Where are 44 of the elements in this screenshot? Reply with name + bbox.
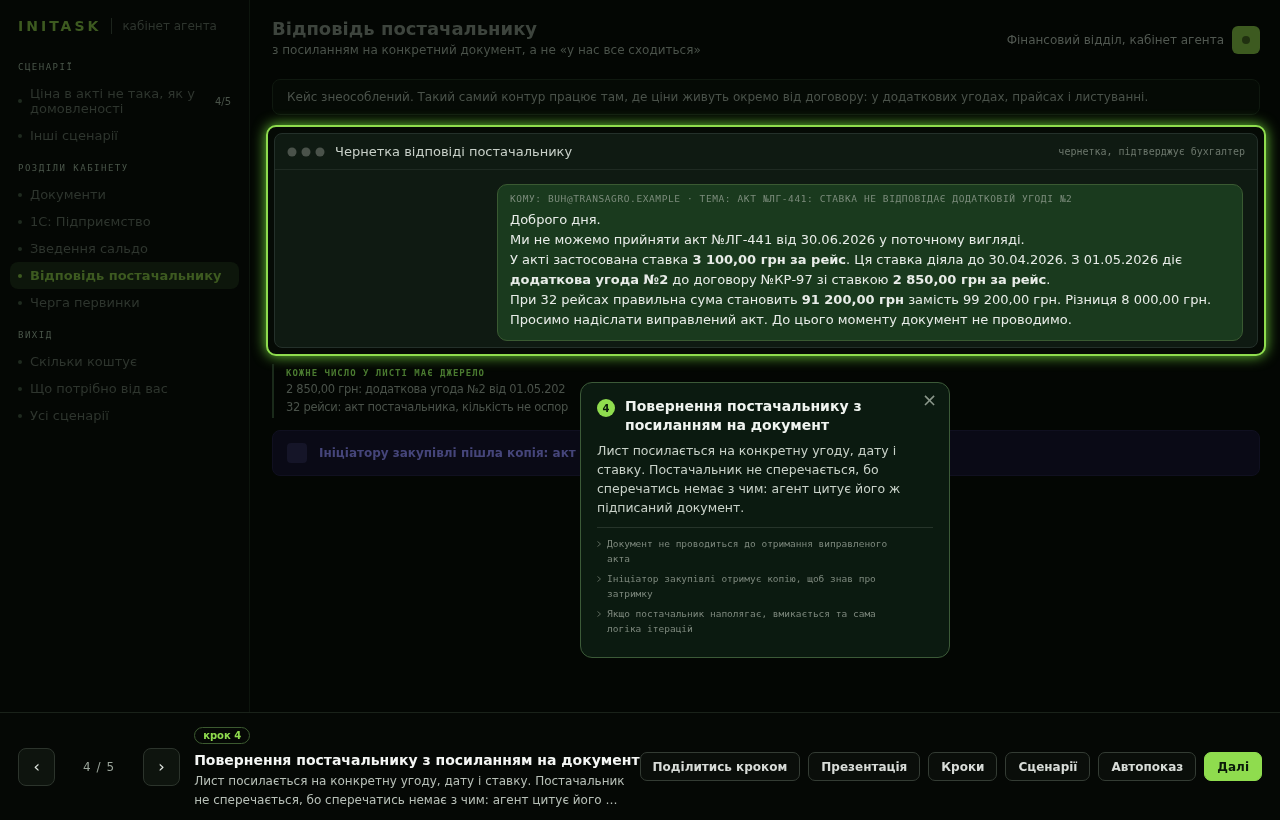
toolbar-button[interactable]: Автопоказ bbox=[1098, 752, 1197, 781]
avatar-icon[interactable] bbox=[1232, 26, 1260, 54]
draft-status: чернетка, підтверджує бухгалтер bbox=[1058, 146, 1245, 157]
bullet-text: Якщо постачальник наполягає, вмикається та сама логіка ітерацій bbox=[607, 607, 877, 636]
draft-title: Чернетка відповіді постачальнику bbox=[335, 144, 574, 159]
email-header: КОМУ: BUH@TRANSAGRO.EXAMPLE · ТЕМА: АКТ №ЛГ-441: СТАВКА НЕ ВІДПОВІДАЄ ДОДАТКОВІЙ УГОДІ №2 bbox=[510, 193, 1074, 204]
logo: INITASK bbox=[18, 18, 113, 34]
page-subtitle: з посиланням на конкретний документ, а не «у нас все сходиться» bbox=[272, 43, 701, 57]
close-button[interactable]: × bbox=[917, 387, 941, 412]
email-line: У акті застосована ставка 3 100,00 грн за рейс. Ця ставка діяла до 30.04.2026. З 01.05.2026 діє додаткова угода №2 до договору №КР-97 зі ставкою 2 850,00 грн за рейс. bbox=[510, 251, 1184, 289]
page-title: Відповідь постачальнику bbox=[272, 18, 539, 39]
section-heading: СЦЕНАРІЇ bbox=[17, 62, 75, 72]
notice-text: Ініціатору закупівлі пішла копія: акт bbox=[319, 446, 576, 460]
account-label: Фінансовий відділ, кабінет агента bbox=[1006, 33, 1224, 47]
email-line: При 32 рейсах правильна сума становить 91 200,00 грн замість 99 200,00 грн. Різниця 8 000,00 грн. bbox=[510, 291, 1212, 309]
section-heading: РОЗДІЛИ КАБІНЕТУ bbox=[17, 163, 130, 173]
bullet-text: Документ не проводиться до отримання виправленого акта bbox=[607, 537, 889, 566]
source-line: 2 850,00 грн: додаткова угода №2 від 01.05.202 bbox=[286, 382, 567, 396]
toolbar-button[interactable]: Поділитись кроком bbox=[639, 752, 801, 781]
bullet-text: Ініціатор закупівлі отримує копію, щоб знав про затримку bbox=[607, 572, 877, 601]
step-counter: 4 / 5 bbox=[82, 759, 117, 774]
next-button[interactable]: › bbox=[142, 747, 181, 786]
step-title: Повернення постачальнику з посиланням на документ bbox=[194, 751, 640, 768]
chevron-icon bbox=[597, 541, 601, 547]
sources-heading: КОЖНЕ ЧИСЛО У ЛИСТІ МАЄ ДЖЕРЕЛО bbox=[286, 368, 486, 378]
chevron-icon bbox=[597, 611, 601, 617]
toolbar-button[interactable]: Сценарії bbox=[1005, 752, 1091, 781]
email-line: Доброго дня. bbox=[510, 211, 602, 229]
toolbar-button[interactable]: Презентація bbox=[808, 752, 921, 781]
section-heading: ВИХІД bbox=[17, 330, 54, 340]
email-line: Ми не можемо прийняти акт №ЛГ-441 від 30.06.2026 у поточному вигляді. bbox=[510, 231, 1026, 249]
previous-button[interactable]: ‹ bbox=[18, 747, 56, 786]
info-banner: Кейс знеособлений. Такий самий контур працює там, де ціни живуть окремо від договору: у додаткових угодах, прайсах і листуванні. bbox=[272, 79, 1260, 115]
email-line: Просимо надіслати виправлений акт. До цього моменту документ не проводимо. bbox=[510, 311, 1073, 329]
step-description: Лист посилається на конкретну угоду, дату і ставку. Постачальник не сперечається, бо сперечатись немає з чим: агент цитує його … bbox=[194, 772, 626, 809]
popover-title: Повернення постачальнику з посиланням на документ bbox=[625, 397, 863, 435]
step-number: 4 bbox=[597, 399, 615, 417]
chevron-icon bbox=[597, 576, 601, 582]
toolbar-button[interactable]: Далі bbox=[1204, 752, 1262, 781]
window-dots-icon bbox=[287, 146, 325, 157]
popover-text: Лист посилається на конкретну угоду, дату і ставку. Постачальник не сперечається, бо сперечатись немає з чим: агент цитує його ж підписаний документ. bbox=[597, 442, 902, 517]
toolbar-button[interactable]: Кроки bbox=[928, 752, 998, 781]
source-line: 32 рейси: акт постачальника, кількість не оспор bbox=[286, 400, 569, 414]
sidebar-item[interactable]: Відповідь постачальнику bbox=[10, 262, 239, 289]
